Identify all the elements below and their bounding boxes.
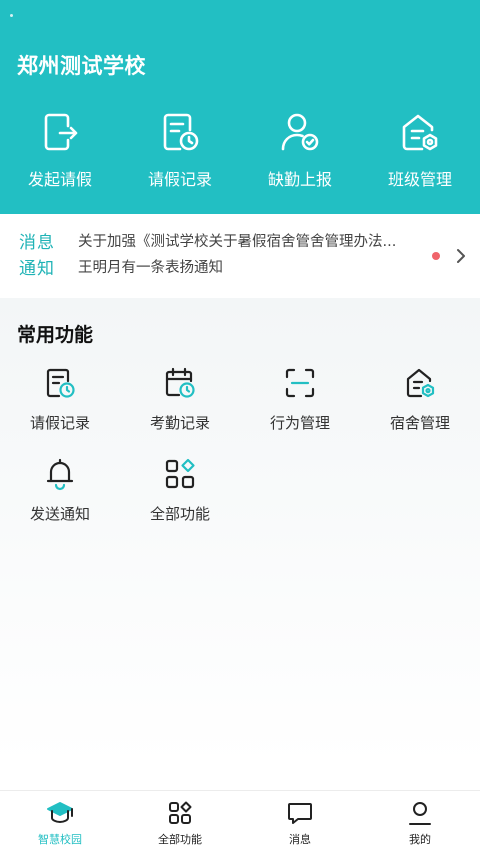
quick-action-label: 缺勤上报 bbox=[267, 170, 332, 189]
quick-action-label: 发起请假 bbox=[27, 170, 92, 189]
behavior-scan-icon bbox=[285, 368, 315, 398]
notice-item[interactable]: 王明月有一条表扬通知 bbox=[78, 255, 418, 281]
common-functions-grid: 请假记录 考勤记录 行为管理 宿舍管理 发送通知 全部功能 bbox=[0, 366, 480, 548]
notice-tag-line: 通知 bbox=[19, 259, 55, 279]
tab-label: 消息 bbox=[289, 833, 311, 846]
function-behavior-management[interactable]: 行为管理 bbox=[240, 366, 360, 457]
tab-smart-campus[interactable]: 智慧校园 bbox=[0, 791, 120, 853]
chat-bubble-icon bbox=[288, 803, 312, 824]
function-attendance-record[interactable]: 考勤记录 bbox=[120, 366, 240, 457]
unread-dot bbox=[432, 252, 440, 260]
class-management-icon bbox=[402, 114, 438, 151]
tab-messages[interactable]: 消息 bbox=[240, 791, 360, 853]
leave-request-icon bbox=[44, 113, 78, 151]
leave-record-icon bbox=[163, 113, 199, 151]
function-label: 发送通知 bbox=[29, 505, 90, 523]
bell-icon bbox=[46, 458, 74, 491]
leave-record-icon bbox=[46, 368, 75, 398]
function-label: 请假记录 bbox=[29, 414, 90, 432]
notice-item[interactable]: 关于加强《测试学校关于暑假宿舍管舍管理办法... bbox=[78, 229, 418, 255]
function-label: 宿舍管理 bbox=[389, 414, 450, 432]
quick-action-leave-record[interactable]: 请假记录 bbox=[120, 110, 240, 200]
notice-tag-line: 消息 bbox=[19, 233, 55, 253]
graduation-cap-icon bbox=[47, 802, 73, 823]
bottom-tab-bar: 智慧校园 全部功能 消息 我的 bbox=[0, 790, 480, 853]
quick-action-class-management[interactable]: 班级管理 bbox=[360, 110, 480, 200]
function-all[interactable]: 全部功能 bbox=[120, 457, 240, 548]
function-send-notification[interactable]: 发送通知 bbox=[0, 457, 120, 548]
grid-icon bbox=[169, 801, 192, 824]
function-label: 行为管理 bbox=[269, 414, 330, 432]
quick-action-label: 请假记录 bbox=[147, 170, 212, 189]
dorm-management-icon bbox=[406, 368, 435, 398]
school-name: 郑州测试学校 bbox=[17, 54, 146, 78]
all-functions-icon bbox=[165, 458, 195, 489]
quick-action-label: 班级管理 bbox=[387, 170, 452, 189]
quick-actions: 发起请假 请假记录 缺勤上报 班级管理 bbox=[0, 110, 480, 200]
section-title: 常用功能 bbox=[17, 324, 94, 346]
attendance-record-icon bbox=[165, 367, 195, 398]
tab-me[interactable]: 我的 bbox=[360, 791, 480, 853]
function-label: 考勤记录 bbox=[149, 414, 210, 432]
status-indicator bbox=[10, 14, 13, 17]
user-icon bbox=[409, 802, 431, 825]
notice-tag: 消息 通知 bbox=[19, 230, 55, 282]
tab-label: 全部功能 bbox=[158, 833, 202, 846]
function-leave-record[interactable]: 请假记录 bbox=[0, 366, 120, 457]
tab-label: 我的 bbox=[409, 833, 431, 846]
quick-action-leave-request[interactable]: 发起请假 bbox=[0, 110, 120, 200]
function-label: 全部功能 bbox=[149, 505, 210, 523]
header-banner: 郑州测试学校 发起请假 请假记录 缺勤上报 班级管理 bbox=[0, 0, 480, 214]
absence-report-icon bbox=[281, 113, 319, 151]
tab-all-functions[interactable]: 全部功能 bbox=[120, 791, 240, 853]
function-dorm-management[interactable]: 宿舍管理 bbox=[360, 366, 480, 457]
notice-list: 关于加强《测试学校关于暑假宿舍管舍管理办法... 王明月有一条表扬通知 bbox=[78, 229, 418, 281]
tab-label: 智慧校园 bbox=[38, 833, 82, 846]
chevron-right-icon[interactable] bbox=[452, 246, 470, 266]
quick-action-absence-report[interactable]: 缺勤上报 bbox=[240, 110, 360, 200]
